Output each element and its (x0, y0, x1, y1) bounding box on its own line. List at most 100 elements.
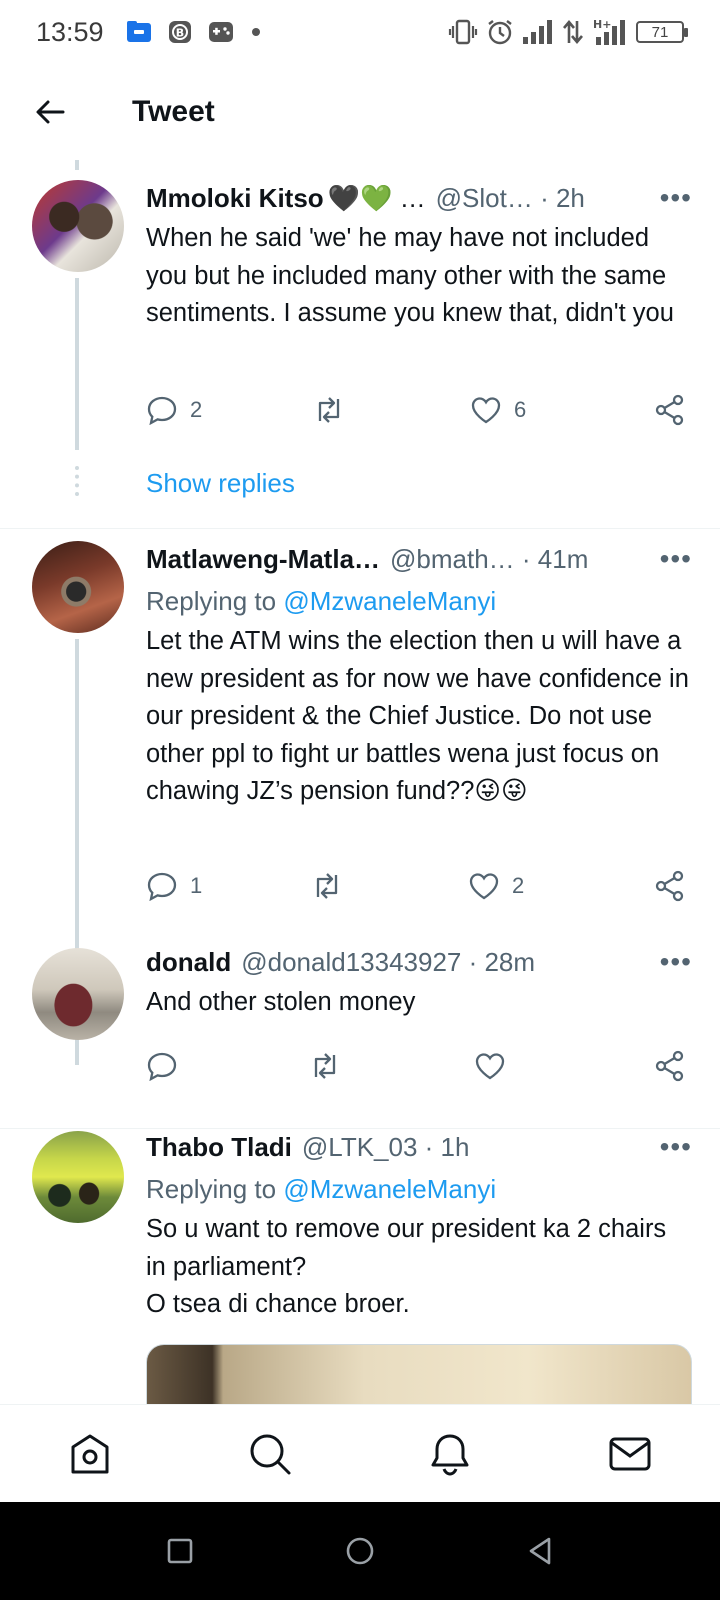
handle-time[interactable]: @Slot… · 2h (436, 183, 585, 214)
name-emoji: 🖤💚 … (327, 182, 426, 213)
tweet-body: Thabo Tladi @LTK_03 · 1h ••• Replying to… (146, 1127, 692, 1324)
display-name[interactable]: Thabo Tladi (146, 1132, 292, 1163)
avatar[interactable] (32, 948, 124, 1040)
like-button[interactable]: 6 (470, 390, 526, 430)
svg-text:B: B (175, 27, 183, 40)
heart-icon (471, 397, 501, 424)
tweet-text-line: So u want to remove our president ka 2 c… (146, 1215, 667, 1281)
notifications-icon (431, 1434, 469, 1476)
share-icon (655, 394, 684, 426)
replying-to: Replying to @MzwaneleManyi (146, 581, 692, 621)
replying-prefix: Replying to (146, 1174, 284, 1204)
avatar[interactable] (32, 1131, 124, 1223)
reply-button[interactable] (146, 1046, 190, 1086)
replying-prefix: Replying to (146, 586, 284, 616)
like-count: 2 (512, 873, 525, 898)
svg-text:H+: H+ (593, 18, 611, 31)
signal-h-plus-icon: H+ (592, 18, 628, 46)
share-icon (655, 870, 684, 902)
more-options-button[interactable]: ••• (642, 178, 692, 218)
reply-count: 2 (190, 397, 203, 422)
thread-line (75, 278, 79, 450)
tweet-header: Matlaweng-Matla… @bmath… · 41m (146, 539, 692, 579)
vibrate-icon (448, 19, 478, 45)
home-icon (71, 1434, 109, 1474)
notification-dot-icon (250, 26, 262, 38)
tweet-body: donald @donald13343927 · 28m ••• And oth… (146, 942, 692, 1022)
replying-to: Replying to @MzwaneleManyi (146, 1169, 692, 1209)
nav-messages[interactable] (606, 1430, 654, 1478)
share-button[interactable] (654, 390, 686, 430)
display-name[interactable]: Matlaweng-Matla… (146, 544, 380, 575)
tweet-text: And other stolen money (146, 988, 416, 1016)
thread-dots (75, 466, 79, 496)
reply-button[interactable]: 2 (146, 390, 202, 430)
retweet-button[interactable] (312, 390, 346, 430)
gamepad-icon (208, 20, 234, 44)
reply-count: 1 (190, 873, 203, 898)
tweet-header: Mmoloki Kitso 🖤💚 … @Slot… · 2h (146, 178, 692, 218)
tweet-actions: 2 6 (146, 390, 692, 430)
status-time: 13:59 (36, 16, 104, 47)
more-options-button[interactable]: ••• (642, 942, 692, 982)
tweet-donald[interactable]: donald @donald13343927 · 28m ••• And oth… (0, 942, 720, 1120)
home-system-button[interactable] (340, 1531, 380, 1571)
more-options-button[interactable]: ••• (642, 539, 692, 579)
back-button[interactable] (22, 84, 78, 140)
avatar[interactable] (32, 180, 124, 272)
nav-search[interactable] (246, 1430, 294, 1478)
header: Tweet (0, 64, 720, 160)
tweet-thabo[interactable]: Thabo Tladi @LTK_03 · 1h ••• Replying to… (0, 1129, 720, 1404)
share-button[interactable] (654, 866, 686, 906)
media-preview[interactable] (146, 1344, 692, 1404)
more-options-button[interactable]: ••• (642, 1127, 692, 1167)
b-app-icon: B (168, 20, 192, 44)
tweet-text: Let the ATM wins the election then u wil… (146, 627, 689, 805)
tweet-text: When he said 'we' he may have not includ… (146, 224, 674, 327)
tweet-header: Thabo Tladi @LTK_03 · 1h (146, 1127, 692, 1167)
signal-icon (522, 19, 554, 45)
nav-notifications[interactable] (426, 1430, 474, 1478)
tweet-body: Matlaweng-Matla… @bmath… · 41m ••• Reply… (146, 539, 692, 811)
heart-icon (469, 873, 499, 900)
mention-link[interactable]: @MzwaneleManyi (283, 586, 496, 616)
handle-time[interactable]: @bmath… · 41m (390, 544, 588, 575)
battery-icon: 71 (636, 21, 688, 43)
like-button[interactable] (474, 1046, 518, 1086)
tweet-text: So u want to remove our president ka 2 c… (146, 1211, 692, 1324)
show-replies-link[interactable]: Show replies (146, 468, 295, 499)
tweet-mmoloki[interactable]: Mmoloki Kitso 🖤💚 … @Slot… · 2h ••• When … (0, 160, 720, 518)
tweet-actions: 1 2 (146, 866, 692, 906)
display-name[interactable]: donald (146, 947, 231, 978)
status-left: 13:59 B (36, 17, 262, 48)
share-button[interactable] (654, 1046, 686, 1086)
reply-icon (147, 1052, 177, 1081)
retweet-button[interactable] (310, 866, 344, 906)
avatar[interactable] (32, 541, 124, 633)
display-name[interactable]: Mmoloki Kitso (146, 183, 324, 214)
reply-icon (147, 872, 177, 901)
reply-button[interactable]: 1 (146, 866, 202, 906)
back-system-button[interactable] (520, 1531, 560, 1571)
heart-icon (475, 1053, 505, 1080)
system-navigation-bar (0, 1502, 720, 1600)
mention-link[interactable]: @MzwaneleManyi (283, 1174, 496, 1204)
like-count: 6 (514, 397, 527, 422)
status-right: H+ 71 (448, 18, 688, 46)
handle-time[interactable]: @LTK_03 · 1h (302, 1132, 470, 1163)
back-arrow-icon (36, 100, 65, 124)
recents-icon (167, 1538, 193, 1564)
retweet-icon (314, 1053, 336, 1079)
handle-time[interactable]: @donald13343927 · 28m (241, 947, 535, 978)
alarm-icon (486, 18, 514, 46)
page-title: Tweet (132, 95, 215, 128)
nav-home[interactable] (66, 1430, 114, 1478)
recents-button[interactable] (160, 1531, 200, 1571)
data-arrows-icon (562, 19, 584, 45)
like-button[interactable]: 2 (468, 866, 524, 906)
tweet-text-line: O tsea di chance broer. (146, 1290, 410, 1318)
back-triangle-icon (529, 1537, 551, 1565)
tweet-actions (146, 1046, 692, 1086)
retweet-button[interactable] (308, 1046, 342, 1086)
tweet-feed[interactable]: Mmoloki Kitso 🖤💚 … @Slot… · 2h ••• When … (0, 160, 720, 1404)
